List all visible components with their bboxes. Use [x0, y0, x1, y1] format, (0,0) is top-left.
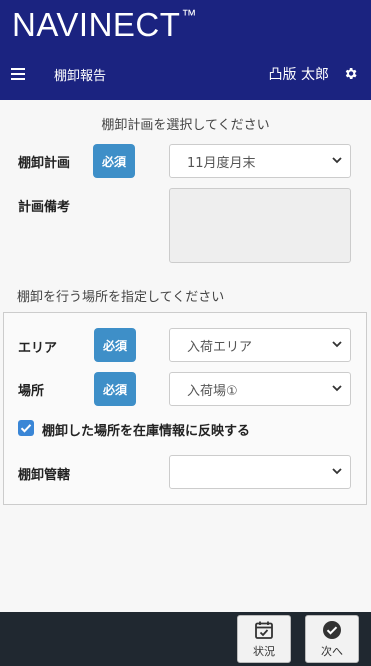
next-button-label: 次へ: [321, 644, 343, 658]
brand-logo: NAVINECT™: [12, 6, 197, 43]
place-label: 場所: [18, 384, 45, 399]
area-select-value: 入荷エリア: [187, 339, 253, 355]
chevron-down-icon: [332, 157, 342, 164]
menu-icon[interactable]: [11, 68, 25, 80]
area-label: エリア: [18, 341, 58, 356]
page-title: 棚卸報告: [54, 69, 107, 84]
plan-select[interactable]: 11月度月末: [169, 144, 351, 178]
jurisdiction-label: 棚卸管轄: [18, 468, 71, 483]
plan-hint: 棚卸計画を選択してください: [101, 118, 270, 133]
calendar-check-icon: [255, 621, 273, 639]
next-button[interactable]: 次へ: [305, 615, 359, 663]
app-header: NAVINECT™ 棚卸報告 凸版 太郎: [0, 0, 371, 100]
status-button[interactable]: 状況: [237, 615, 291, 663]
required-badge: 必須: [93, 144, 135, 178]
jurisdiction-select[interactable]: [169, 455, 351, 489]
gear-icon[interactable]: [343, 66, 358, 81]
checkmark-icon: [20, 424, 32, 433]
area-select[interactable]: 入荷エリア: [169, 328, 351, 362]
chevron-down-icon: [332, 341, 342, 348]
required-badge: 必須: [94, 328, 136, 362]
place-select-value: 入荷場①: [187, 383, 238, 399]
reflect-checkbox-label[interactable]: 棚卸した場所を在庫情報に反映する: [42, 420, 250, 439]
user-name: 凸版 太郎: [268, 67, 329, 83]
plan-note-field: [169, 188, 351, 263]
required-badge: 必須: [94, 372, 136, 406]
plan-select-value: 11月度月末: [187, 155, 256, 171]
note-label: 計画備考: [18, 200, 71, 215]
status-button-label: 状況: [253, 644, 275, 658]
check-circle-icon: [323, 620, 341, 639]
chevron-down-icon: [332, 385, 342, 392]
location-hint: 棚卸を行う場所を指定してください: [17, 290, 225, 305]
place-select[interactable]: 入荷場①: [169, 372, 351, 406]
reflect-checkbox[interactable]: [18, 420, 34, 436]
plan-label: 棚卸計画: [18, 156, 71, 171]
bottom-toolbar: 状況 次へ: [0, 612, 371, 666]
chevron-down-icon: [332, 468, 342, 475]
